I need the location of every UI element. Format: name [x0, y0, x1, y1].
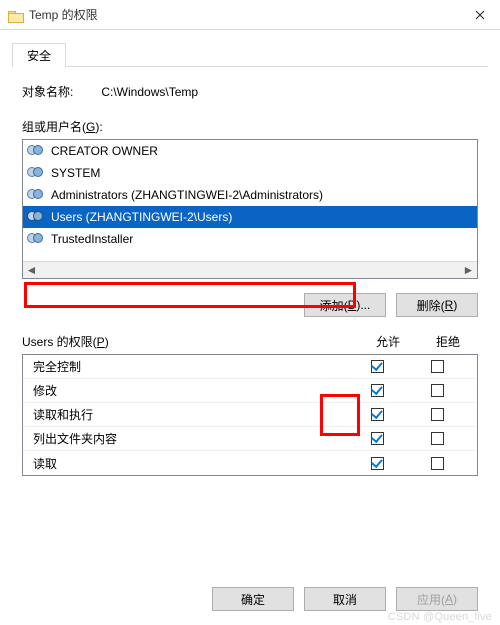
groups-label: 组或用户名(G):: [22, 118, 478, 135]
horizontal-scrollbar[interactable]: ◄ ►: [23, 261, 477, 278]
permission-name: 读取和执行: [33, 406, 347, 423]
tab-strip: 安全: [12, 42, 500, 66]
list-item-label: SYSTEM: [51, 166, 100, 180]
object-name-label: 对象名称:: [22, 83, 73, 100]
title-bar: Temp 的权限: [0, 0, 500, 30]
users-icon: [27, 165, 47, 181]
permission-row: 读取: [23, 451, 477, 475]
users-icon: [27, 143, 47, 159]
list-item[interactable]: Users (ZHANGTINGWEI-2\Users): [23, 206, 477, 228]
remove-button[interactable]: 删除(R): [396, 293, 478, 317]
deny-checkbox[interactable]: [431, 360, 444, 373]
allow-checkbox[interactable]: [371, 384, 384, 397]
ok-button[interactable]: 确定: [212, 587, 294, 611]
allow-checkbox[interactable]: [371, 360, 384, 373]
users-icon: [27, 231, 47, 247]
deny-checkbox[interactable]: [431, 384, 444, 397]
list-item[interactable]: CREATOR OWNER: [23, 140, 477, 162]
groups-listbox[interactable]: CREATOR OWNER SYSTEM Administrators (ZHANG…: [22, 139, 478, 279]
deny-checkbox[interactable]: [431, 457, 444, 470]
list-item[interactable]: TrustedInstaller: [23, 228, 477, 250]
permission-row: 读取和执行: [23, 403, 477, 427]
object-name-value: C:\Windows\Temp: [101, 85, 198, 99]
list-item-label: TrustedInstaller: [51, 232, 133, 246]
deny-checkbox[interactable]: [431, 432, 444, 445]
list-item-label: Users (ZHANGTINGWEI-2\Users): [51, 210, 232, 224]
permissions-table: 完全控制修改读取和执行列出文件夹内容读取: [22, 354, 478, 476]
permission-row: 列出文件夹内容: [23, 427, 477, 451]
allow-checkbox[interactable]: [371, 457, 384, 470]
deny-checkbox[interactable]: [431, 408, 444, 421]
list-item-label: Administrators (ZHANGTINGWEI-2\Administr…: [51, 188, 323, 202]
list-item[interactable]: Administrators (ZHANGTINGWEI-2\Administr…: [23, 184, 477, 206]
window-title: Temp 的权限: [29, 6, 460, 23]
permission-name: 读取: [33, 455, 347, 472]
scroll-right-icon[interactable]: ►: [460, 262, 477, 279]
permission-name: 完全控制: [33, 358, 347, 375]
scroll-left-icon[interactable]: ◄: [23, 262, 40, 279]
close-button[interactable]: [460, 0, 500, 30]
list-item-label: CREATOR OWNER: [51, 144, 158, 158]
apply-button[interactable]: 应用(A): [396, 587, 478, 611]
allow-checkbox[interactable]: [371, 408, 384, 421]
list-item[interactable]: SYSTEM: [23, 162, 477, 184]
tab-security[interactable]: 安全: [12, 43, 66, 67]
permission-row: 修改: [23, 379, 477, 403]
permission-name: 修改: [33, 382, 347, 399]
column-deny: 拒绝: [418, 333, 478, 350]
permission-name: 列出文件夹内容: [33, 430, 347, 447]
permission-row: 完全控制: [23, 355, 477, 379]
cancel-button[interactable]: 取消: [304, 587, 386, 611]
folder-icon: [8, 9, 23, 21]
add-button[interactable]: 添加(D)...: [304, 293, 386, 317]
permissions-header: Users 的权限(P) 允许 拒绝: [22, 333, 478, 350]
users-icon: [27, 209, 47, 225]
users-icon: [27, 187, 47, 203]
column-allow: 允许: [358, 333, 418, 350]
allow-checkbox[interactable]: [371, 432, 384, 445]
close-icon: [475, 10, 485, 20]
watermark: CSDN @Queen_live: [388, 611, 492, 623]
